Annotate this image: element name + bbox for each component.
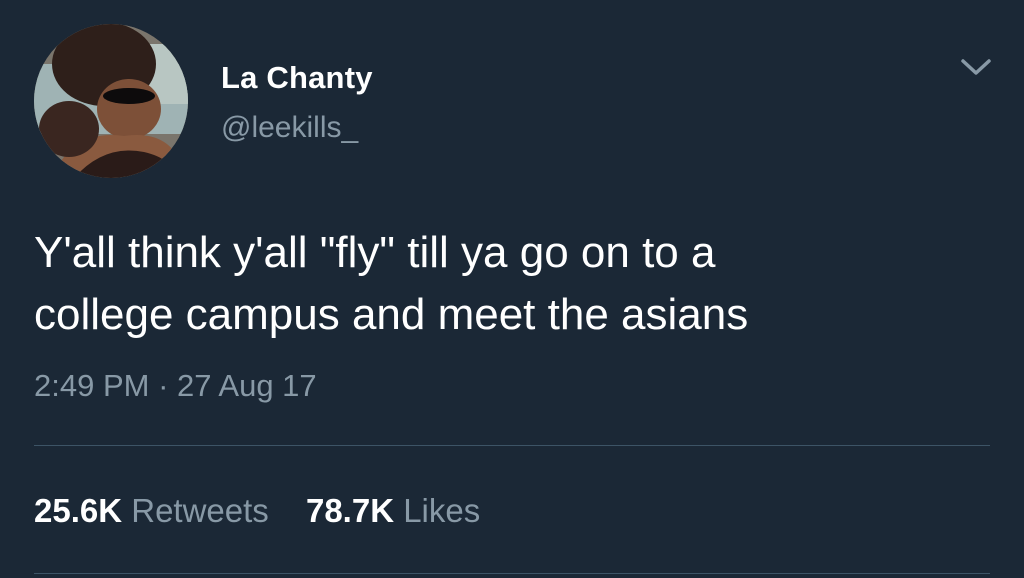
chevron-down-icon[interactable]	[956, 52, 996, 82]
avatar-photo	[34, 24, 188, 178]
divider	[34, 445, 990, 446]
likes-stat[interactable]: 78.7K Likes	[306, 492, 480, 530]
retweets-count: 25.6K	[34, 492, 123, 529]
retweets-stat[interactable]: 25.6K Retweets	[34, 492, 269, 530]
timestamp-separator: ·	[158, 368, 169, 403]
tweet-card: La Chanty @leekills_ Y'all think y'all "…	[0, 0, 1024, 578]
tweet-text: Y'all think y'all "fly" till ya go on to…	[34, 228, 749, 339]
tweet-timestamp[interactable]: 2:49 PM · 27 Aug 17	[34, 368, 317, 404]
user-handle[interactable]: @leekills_	[221, 111, 358, 145]
avatar[interactable]	[34, 24, 188, 178]
likes-count: 78.7K	[305, 492, 395, 529]
likes-label: Likes	[403, 492, 481, 529]
divider	[34, 573, 990, 574]
engagement-stats: 25.6K Retweets 78.7K Likes	[34, 492, 508, 530]
retweets-label: Retweets	[131, 492, 269, 529]
tweet-date: 27 Aug 17	[177, 368, 317, 403]
tweet-time: 2:49 PM	[34, 368, 150, 403]
display-name[interactable]: La Chanty	[221, 60, 373, 96]
